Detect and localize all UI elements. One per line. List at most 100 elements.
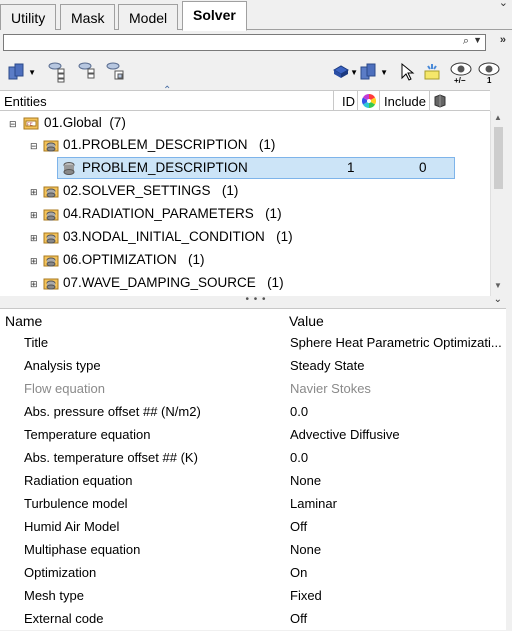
tab-utility[interactable]: Utility bbox=[0, 4, 57, 30]
property-value[interactable]: 0.0 bbox=[290, 450, 308, 465]
tree-row-radiation-parameters[interactable]: ⊞ 04.RADIATION_PARAMETERS (1) bbox=[0, 203, 490, 225]
show-hide-button[interactable]: +/− bbox=[448, 60, 474, 84]
toolbar: ▼ ▼ ▼ +/− 1 bbox=[0, 58, 512, 88]
property-name: Radiation equation bbox=[24, 473, 133, 488]
panel-edge bbox=[506, 296, 512, 630]
hierarchy-1-icon bbox=[48, 62, 65, 83]
property-name: External code bbox=[24, 611, 104, 626]
highlight-button[interactable] bbox=[420, 60, 446, 84]
panel-resize-handle[interactable]: • • • bbox=[0, 294, 512, 305]
property-row[interactable]: Temperature equation Advective Diffusive bbox=[0, 424, 506, 447]
property-row[interactable]: External code Off bbox=[0, 608, 506, 631]
expand-icon[interactable]: ⊞ bbox=[30, 280, 38, 289]
search-dropdown-icon[interactable]: ▼ bbox=[473, 35, 482, 45]
isolate-button[interactable]: 1 bbox=[476, 60, 502, 84]
entity-filter-right-button[interactable]: ▼ bbox=[358, 60, 388, 84]
column-lock[interactable] bbox=[430, 91, 452, 111]
property-value[interactable]: None bbox=[290, 473, 321, 488]
scroll-down-icon[interactable]: ▼ bbox=[494, 281, 502, 290]
property-value[interactable]: Steady State bbox=[290, 358, 364, 373]
property-name: Multiphase equation bbox=[24, 542, 141, 557]
scrollbar-thumb[interactable] bbox=[494, 127, 503, 189]
scroll-up-icon[interactable]: ▲ bbox=[494, 113, 502, 122]
property-value: Navier Stokes bbox=[290, 381, 371, 396]
tree-row-label: 07.WAVE_DAMPING_SOURCE (1) bbox=[63, 275, 284, 290]
tab-mask[interactable]: Mask bbox=[60, 4, 116, 30]
property-value[interactable]: On bbox=[290, 565, 307, 580]
double-chevron-down-icon[interactable]: » bbox=[500, 34, 506, 46]
folder-cylinder-icon bbox=[43, 186, 59, 198]
column-value[interactable]: Value bbox=[289, 313, 324, 329]
property-row[interactable]: Humid Air Model Off bbox=[0, 516, 506, 539]
property-value[interactable]: Advective Diffusive bbox=[290, 427, 400, 442]
search-icon[interactable]: ⌕ bbox=[463, 35, 469, 48]
property-row[interactable]: Optimization On bbox=[0, 562, 506, 585]
property-value[interactable]: Fixed bbox=[290, 588, 322, 603]
property-name: Optimization bbox=[24, 565, 97, 580]
folder-cylinder-icon bbox=[43, 140, 59, 152]
expand-icon[interactable]: ⊞ bbox=[30, 188, 38, 197]
entity-id: 1 bbox=[347, 160, 355, 175]
property-value[interactable]: Sphere Heat Parametric Optimizati... bbox=[290, 335, 502, 350]
collapse-icon[interactable]: ⊟ bbox=[9, 120, 17, 129]
property-row[interactable]: Abs. temperature offset ## (K) 0.0 bbox=[0, 447, 506, 470]
hierarchy-3-icon bbox=[106, 62, 124, 80]
entity-filter-right-icon bbox=[360, 63, 376, 80]
tree-scrollbar[interactable]: ▲ ▼ bbox=[490, 111, 506, 296]
tree-row-global[interactable]: ⊟ FE 01.Global (7) bbox=[0, 112, 490, 134]
property-row[interactable]: Title Sphere Heat Parametric Optimizati..… bbox=[0, 332, 506, 355]
hierarchy-1-button[interactable] bbox=[44, 60, 70, 84]
property-name: Mesh type bbox=[24, 588, 84, 603]
expand-icon[interactable]: ⊞ bbox=[30, 234, 38, 243]
tree-row-solver-settings[interactable]: ⊞ 02.SOLVER_SETTINGS (1) bbox=[0, 180, 490, 202]
tab-bar: Utility Mask Model Solver ⌄ bbox=[0, 0, 512, 31]
hierarchy-2-button[interactable] bbox=[74, 60, 100, 84]
column-id[interactable]: ID bbox=[334, 91, 358, 111]
show-hide-badge: +/− bbox=[454, 76, 466, 84]
tab-model[interactable]: Model bbox=[118, 4, 179, 30]
tree-row-nodal-initial-condition[interactable]: ⊞ 03.NODAL_INITIAL_CONDITION (1) bbox=[0, 226, 490, 248]
folder-cylinder-icon bbox=[43, 278, 59, 290]
property-row[interactable]: Turbulence model Laminar bbox=[0, 493, 506, 516]
cursor-button[interactable] bbox=[394, 60, 420, 84]
hierarchy-3-button[interactable] bbox=[102, 60, 128, 84]
tree-row-optimization[interactable]: ⊞ 06.OPTIMIZATION (1) bbox=[0, 249, 490, 271]
tab-solver[interactable]: Solver bbox=[182, 1, 247, 31]
property-name: Humid Air Model bbox=[24, 519, 120, 534]
property-row: Flow equation Navier Stokes bbox=[0, 378, 506, 401]
tree-row-problem-description-group[interactable]: ⊟ 01.PROBLEM_DESCRIPTION (1) bbox=[0, 134, 490, 156]
tree-row-problem-description[interactable]: PROBLEM_DESCRIPTION 1 0 bbox=[0, 157, 490, 179]
property-row[interactable]: Abs. pressure offset ## (N/m2) 0.0 bbox=[0, 401, 506, 424]
properties-header: Name Value bbox=[0, 308, 506, 332]
search-input[interactable]: ⌕ ▼ bbox=[3, 34, 486, 51]
solid-box-button[interactable]: ▼ bbox=[328, 60, 358, 84]
property-name: Abs. temperature offset ## (K) bbox=[24, 450, 198, 465]
collapse-icon[interactable]: ⊟ bbox=[30, 142, 38, 151]
property-row[interactable]: Mesh type Fixed bbox=[0, 585, 506, 608]
property-value[interactable]: None bbox=[290, 542, 321, 557]
property-value[interactable]: Off bbox=[290, 519, 307, 534]
collapse-arrow-icon[interactable]: ⌄ bbox=[499, 0, 508, 9]
double-chevron-down-icon[interactable]: ⌄ bbox=[494, 294, 502, 305]
expand-icon[interactable]: ⊞ bbox=[30, 257, 38, 266]
property-name: Title bbox=[24, 335, 49, 350]
tree-header: Entities ⌃ ID Include bbox=[0, 85, 490, 111]
property-value[interactable]: Laminar bbox=[290, 496, 337, 511]
property-value[interactable]: Off bbox=[290, 611, 307, 626]
property-name: Analysis type bbox=[24, 358, 101, 373]
column-color[interactable] bbox=[358, 91, 380, 111]
entity-include: 0 bbox=[419, 160, 427, 175]
property-row[interactable]: Multiphase equation None bbox=[0, 539, 506, 562]
solid-column-icon bbox=[434, 94, 446, 108]
expand-icon[interactable]: ⊞ bbox=[30, 211, 38, 220]
property-row[interactable]: Radiation equation None bbox=[0, 470, 506, 493]
property-row[interactable]: Analysis type Steady State bbox=[0, 355, 506, 378]
tree-row-wave-damping-source[interactable]: ⊞ 07.WAVE_DAMPING_SOURCE (1) bbox=[0, 272, 490, 294]
property-value[interactable]: 0.0 bbox=[290, 404, 308, 419]
column-include[interactable]: Include bbox=[380, 91, 430, 111]
property-name: Turbulence model bbox=[24, 496, 128, 511]
column-name[interactable]: Name bbox=[5, 313, 42, 329]
entity-filter-button[interactable]: ▼ bbox=[6, 60, 36, 84]
tree-row-label: PROBLEM_DESCRIPTION bbox=[82, 160, 248, 175]
tree-row-label: 03.NODAL_INITIAL_CONDITION (1) bbox=[63, 229, 293, 244]
